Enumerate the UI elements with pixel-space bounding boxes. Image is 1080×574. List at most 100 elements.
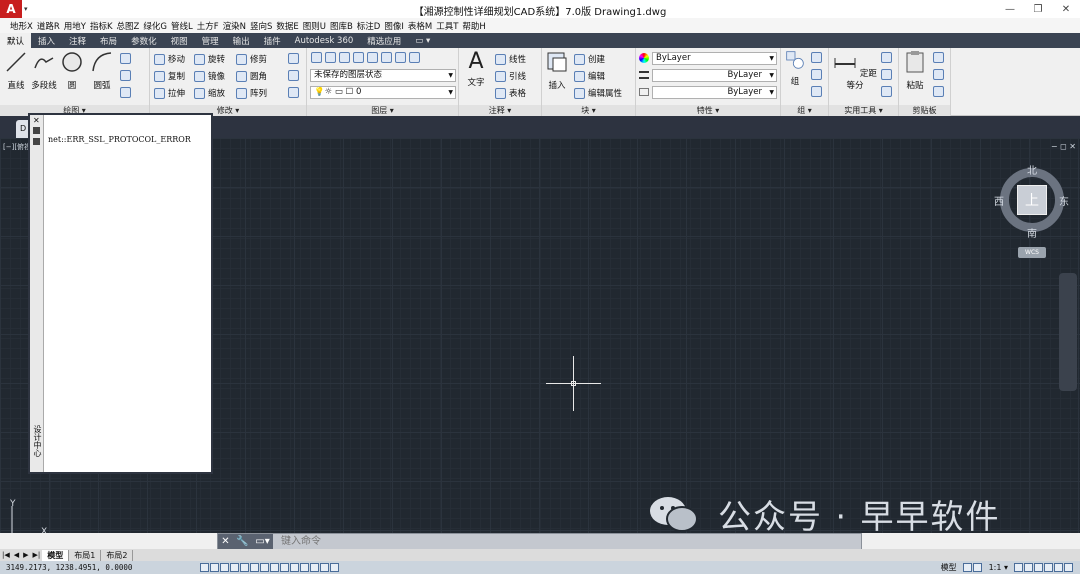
tab-view[interactable]: 视图 (164, 33, 195, 48)
tab-autodesk-360[interactable]: Autodesk 360 (288, 33, 361, 48)
circle-button[interactable]: 圆 (58, 50, 86, 91)
navigation-bar[interactable] (1059, 273, 1077, 391)
layer-freeze-icon[interactable] (367, 52, 378, 63)
ungroup-button[interactable] (811, 52, 825, 63)
isolate-objects-icon[interactable] (1054, 563, 1063, 572)
wrench-icon[interactable]: 🔧 (236, 536, 248, 547)
first-layout-arrow-icon[interactable]: |◀ (0, 551, 12, 559)
tab-layout1[interactable]: 布局1 (69, 549, 102, 561)
dynamic-input-icon[interactable] (290, 563, 299, 572)
copy-clip-button[interactable] (933, 69, 947, 80)
menu-dimension[interactable]: 标注D (357, 20, 381, 32)
menu-render[interactable]: 渲染N (223, 20, 246, 32)
tab-options-toggle[interactable]: ▭ ▾ (408, 33, 437, 48)
table-button[interactable]: 表格 (495, 87, 526, 99)
grid-display-icon[interactable] (220, 563, 229, 572)
menu-siteplan[interactable]: 总图Z (117, 20, 140, 32)
calculator-button[interactable] (881, 86, 895, 97)
annotation-visibility-icon[interactable] (1014, 563, 1023, 572)
paste-button[interactable]: 粘贴 (901, 50, 929, 91)
menu-plan-rules[interactable]: 图则U (303, 20, 326, 32)
layer-isolate-icon[interactable] (353, 52, 364, 63)
transparency-icon[interactable] (310, 563, 319, 572)
annotation-scale-select[interactable]: 1:1 ▾ (989, 563, 1008, 572)
linetype-select[interactable]: ByLayer ▼ (652, 69, 777, 82)
command-input[interactable] (273, 534, 861, 549)
layer-match-icon[interactable] (325, 52, 336, 63)
quick-select-button[interactable] (881, 52, 895, 63)
ortho-mode-icon[interactable] (230, 563, 239, 572)
panel-annotation-title[interactable]: 注释 ▾ (459, 105, 541, 116)
object-snap-icon[interactable] (250, 563, 259, 572)
menu-road[interactable]: 道路R (37, 20, 60, 32)
menu-data[interactable]: 数据E (276, 20, 298, 32)
menu-image[interactable]: 图像I (384, 20, 404, 32)
erase-button[interactable] (288, 53, 302, 64)
menu-greening[interactable]: 绿化G (143, 20, 167, 32)
tab-default[interactable]: 默认 (0, 33, 32, 48)
menu-indicator[interactable]: 指标K (90, 20, 113, 32)
tab-model[interactable]: 模型 (42, 549, 70, 561)
lock-icon[interactable] (1034, 563, 1043, 572)
boundary-button[interactable] (120, 87, 134, 98)
layer-properties-icon[interactable] (311, 52, 322, 63)
compass-west[interactable]: 西 (994, 193, 1004, 208)
array-button[interactable]: 阵列 (236, 87, 267, 99)
group-select-button[interactable] (811, 86, 825, 97)
menu-landuse[interactable]: 用地Y (64, 20, 86, 32)
tab-insert[interactable]: 插入 (31, 33, 62, 48)
clean-screen-icon[interactable] (1064, 563, 1073, 572)
copy-button[interactable]: 复制 (154, 70, 185, 82)
edit-attributes-button[interactable]: 编辑属性 (574, 87, 622, 99)
prev-layout-arrow-icon[interactable]: ◀ (12, 551, 21, 559)
palette-close-button[interactable]: ✕ (33, 116, 40, 125)
menu-vertical[interactable]: 竖向S (250, 20, 272, 32)
command-history-icon[interactable]: ▭▾ (255, 536, 269, 547)
quick-view-layouts-icon[interactable] (962, 563, 972, 572)
dynamic-ucs-icon[interactable] (280, 563, 289, 572)
menu-terrain[interactable]: 地形X (10, 20, 33, 32)
next-layout-arrow-icon[interactable]: ▶ (21, 551, 30, 559)
group-button[interactable]: 组 (783, 50, 807, 87)
close-button[interactable]: ✕ (1052, 0, 1080, 18)
palette-title-strip[interactable]: ✕ 设计中心 (30, 115, 44, 472)
layer-unlock-icon[interactable] (409, 52, 420, 63)
id-point-button[interactable] (881, 69, 895, 80)
group-edit-button[interactable] (811, 69, 825, 80)
stretch-button[interactable]: 拉伸 (154, 87, 185, 99)
cut-button[interactable] (933, 52, 947, 63)
menu-table[interactable]: 表格M (408, 20, 432, 32)
infer-constraints-icon[interactable] (200, 563, 209, 572)
tab-manage[interactable]: 管理 (195, 33, 226, 48)
layer-off-icon[interactable] (381, 52, 392, 63)
offset-button[interactable] (288, 87, 302, 98)
3d-object-snap-icon[interactable] (260, 563, 269, 572)
panel-clipboard-title[interactable]: 剪贴板 (899, 105, 950, 116)
tab-parametric[interactable]: 参数化 (124, 33, 164, 48)
quick-view-drawings-icon[interactable] (972, 563, 982, 572)
hardware-acceleration-icon[interactable] (1044, 563, 1053, 572)
panel-block-title[interactable]: 块 ▾ (542, 105, 635, 116)
polyline-button[interactable]: 多段线 (30, 50, 58, 91)
layer-state-select[interactable]: 未保存的图层状态 ▼ (310, 69, 456, 82)
command-close-button[interactable]: ✕ (221, 536, 229, 547)
panel-group-title[interactable]: 组 ▾ (781, 105, 828, 116)
menu-earthwork[interactable]: 土方F (197, 20, 219, 32)
menu-pipeline[interactable]: 管线L (171, 20, 193, 32)
minimize-button[interactable]: — (996, 0, 1024, 18)
panel-layers-title[interactable]: 图层 ▾ (307, 105, 458, 116)
object-snap-tracking-icon[interactable] (270, 563, 279, 572)
compass-east[interactable]: 东 (1059, 193, 1069, 208)
selection-cycling-icon[interactable] (330, 563, 339, 572)
wcs-menu-button[interactable]: WCS (1018, 247, 1046, 258)
menu-help[interactable]: 帮助H (462, 20, 485, 32)
last-layout-arrow-icon[interactable]: ▶| (31, 551, 43, 559)
restore-button[interactable]: ❐ (1024, 0, 1052, 18)
snap-mode-icon[interactable] (210, 563, 219, 572)
text-button[interactable]: A 文字 (461, 50, 491, 89)
palette-autohide-icon[interactable] (33, 127, 40, 134)
palette-properties-icon[interactable] (33, 138, 40, 145)
model-space-button[interactable]: 模型 (941, 562, 957, 573)
tab-layout[interactable]: 布局 (93, 33, 124, 48)
tab-plugins[interactable]: 插件 (257, 33, 288, 48)
